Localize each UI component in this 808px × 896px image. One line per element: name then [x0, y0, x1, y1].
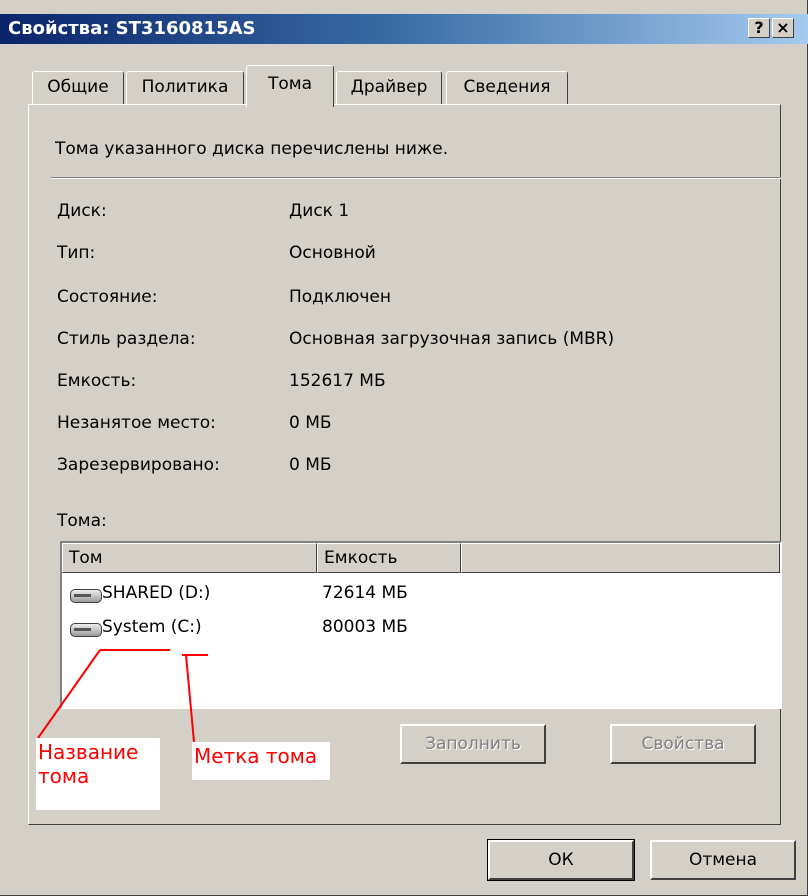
pointer-volume-name: [37, 649, 101, 739]
properties-dialog: Свойства: ST3160815AS ? × Общие Политика…: [0, 0, 808, 896]
annotation-volume-label: Метка тома: [192, 742, 330, 780]
tab-volumes[interactable]: Тома: [246, 65, 334, 107]
annotation-volume-name: Название тома: [36, 738, 160, 810]
pointer-volume-label: [185, 654, 195, 743]
